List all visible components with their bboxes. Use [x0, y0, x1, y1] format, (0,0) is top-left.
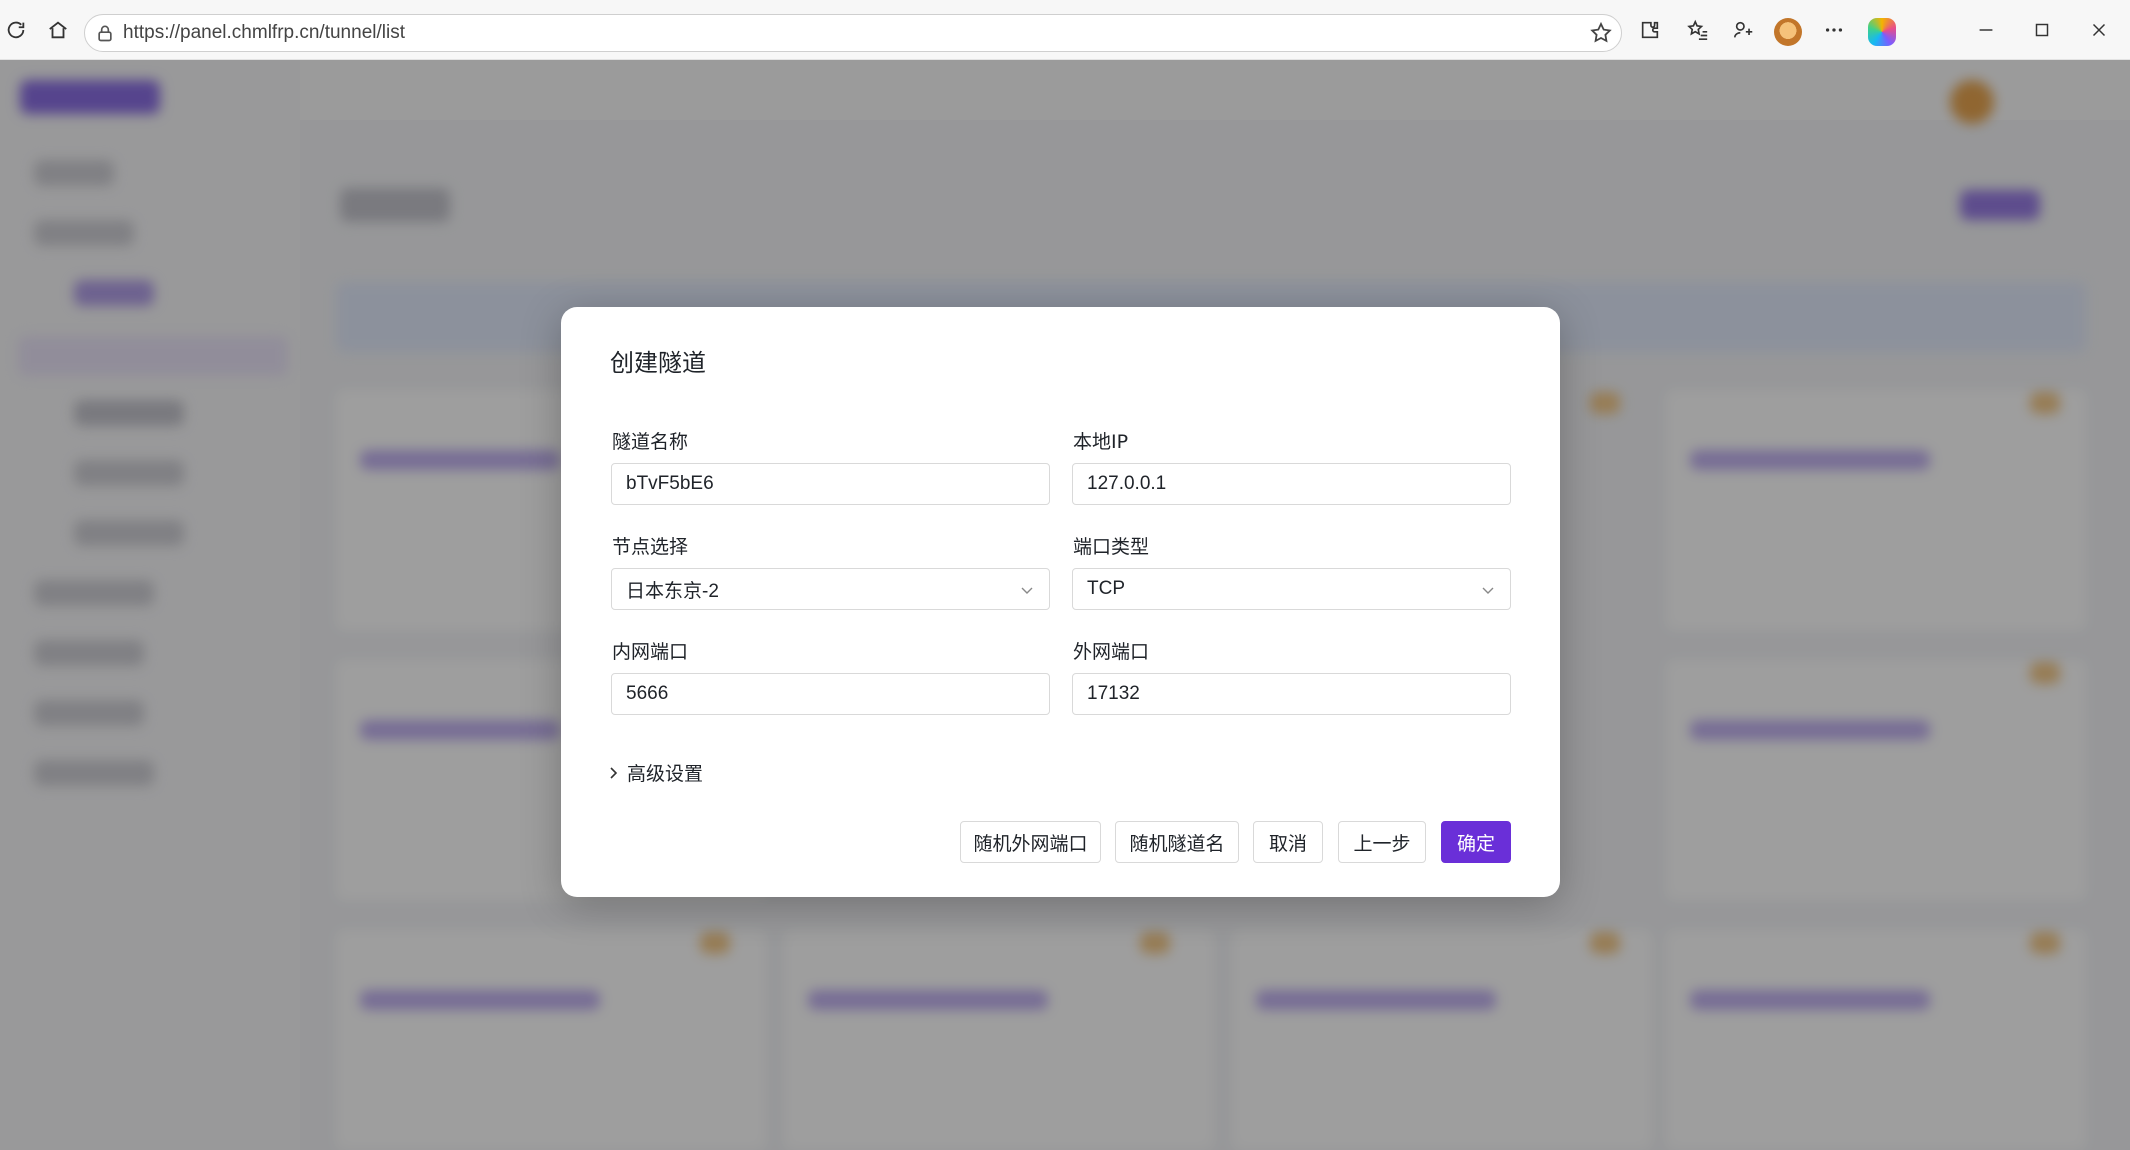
browser-toolbar: https://panel.chmlfrp.cn/tunnel/list: [0, 0, 2130, 60]
profile-sync-icon[interactable]: [1728, 14, 1760, 46]
node-select[interactable]: 日本东京-2: [611, 568, 1050, 610]
maximize-icon[interactable]: [2026, 14, 2058, 46]
chevron-down-icon: [1021, 587, 1033, 594]
random-external-port-button[interactable]: 随机外网端口: [960, 821, 1101, 863]
address-bar[interactable]: https://panel.chmlfrp.cn/tunnel/list: [84, 14, 1622, 52]
node-select-label: 节点选择: [612, 536, 689, 558]
internal-port-input[interactable]: 5666: [611, 673, 1050, 715]
port-type-label: 端口类型: [1073, 536, 1150, 558]
chevron-right-icon: [610, 766, 618, 779]
advanced-settings-toggle[interactable]: 高级设置: [605, 759, 703, 786]
confirm-button[interactable]: 确定: [1441, 821, 1511, 863]
internal-port-label: 内网端口: [612, 641, 689, 663]
external-port-input[interactable]: 17132: [1072, 673, 1511, 715]
cancel-button[interactable]: 取消: [1253, 821, 1323, 863]
profile-avatar[interactable]: [1774, 18, 1802, 46]
node-select-value: 日本东京-2: [626, 580, 719, 602]
extensions-icon[interactable]: [1634, 14, 1666, 46]
chevron-down-icon: [1482, 587, 1494, 594]
lock-icon[interactable]: [95, 23, 115, 43]
minimize-icon[interactable]: [1970, 14, 2002, 46]
previous-step-button[interactable]: 上一步: [1338, 821, 1426, 863]
local-ip-input[interactable]: 127.0.0.1: [1072, 463, 1511, 505]
create-tunnel-dialog: 创建隧道 隧道名称 bTvF5bE6 本地IP 127.0.0.1 节点选择 日…: [561, 307, 1560, 897]
reload-icon[interactable]: [0, 14, 32, 46]
internal-port-value: 5666: [626, 683, 669, 704]
favorites-icon[interactable]: [1682, 14, 1714, 46]
advanced-settings-label: 高级设置: [627, 763, 704, 785]
copilot-icon[interactable]: [1868, 18, 1896, 46]
port-type-value: TCP: [1087, 578, 1125, 599]
port-type-select[interactable]: TCP: [1072, 568, 1511, 610]
favorite-star-icon[interactable]: [1589, 21, 1613, 45]
dialog-title: 创建隧道: [610, 349, 706, 377]
home-icon[interactable]: [42, 14, 74, 46]
random-tunnel-name-button[interactable]: 随机隧道名: [1115, 821, 1239, 863]
url-text[interactable]: https://panel.chmlfrp.cn/tunnel/list: [123, 22, 405, 44]
local-ip-label: 本地IP: [1073, 431, 1129, 453]
tunnel-name-label: 隧道名称: [612, 431, 689, 453]
external-port-value: 17132: [1087, 683, 1140, 704]
tunnel-name-value: bTvF5bE6: [626, 473, 714, 494]
tunnel-name-input[interactable]: bTvF5bE6: [611, 463, 1050, 505]
more-options-icon[interactable]: [1818, 14, 1850, 46]
close-window-icon[interactable]: [2083, 14, 2115, 46]
local-ip-value: 127.0.0.1: [1087, 473, 1167, 494]
external-port-label: 外网端口: [1073, 641, 1150, 663]
